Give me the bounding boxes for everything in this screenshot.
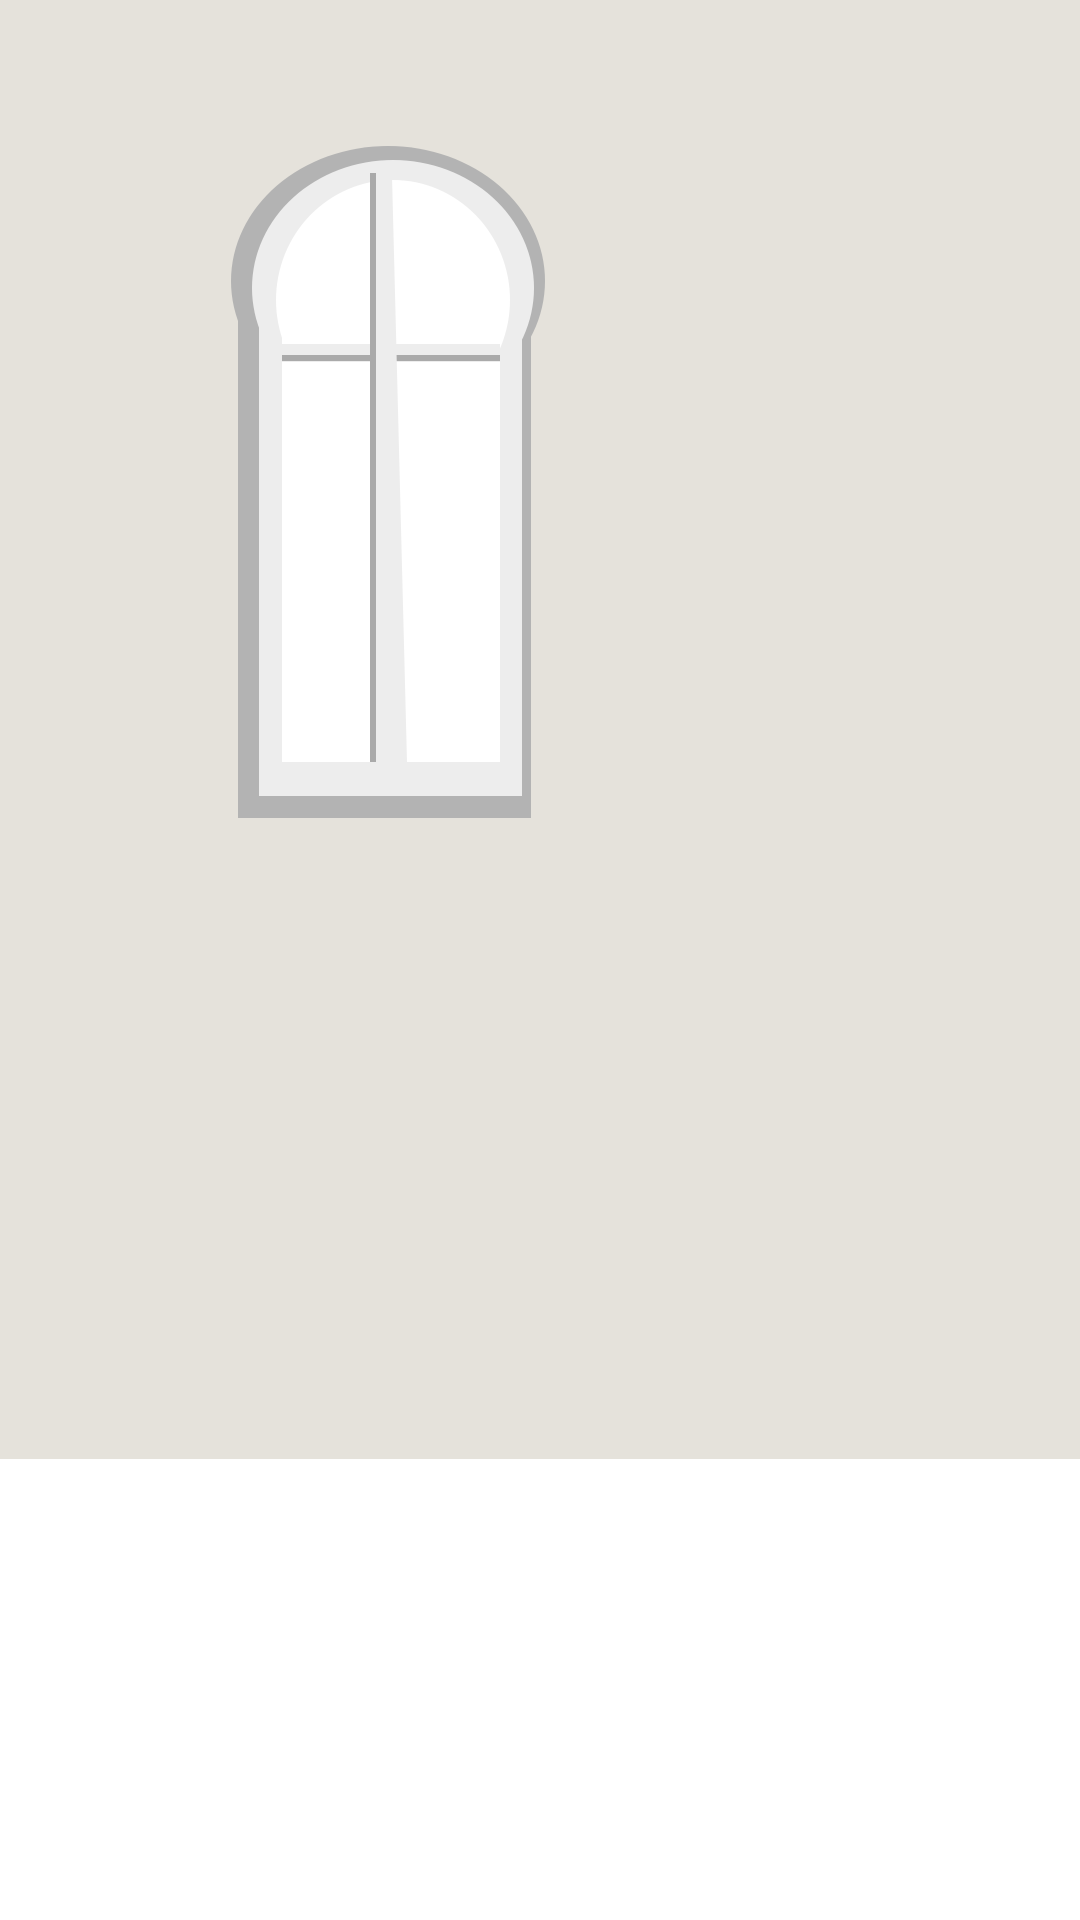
room-scene (0, 0, 1080, 1920)
arched-window (231, 146, 545, 818)
